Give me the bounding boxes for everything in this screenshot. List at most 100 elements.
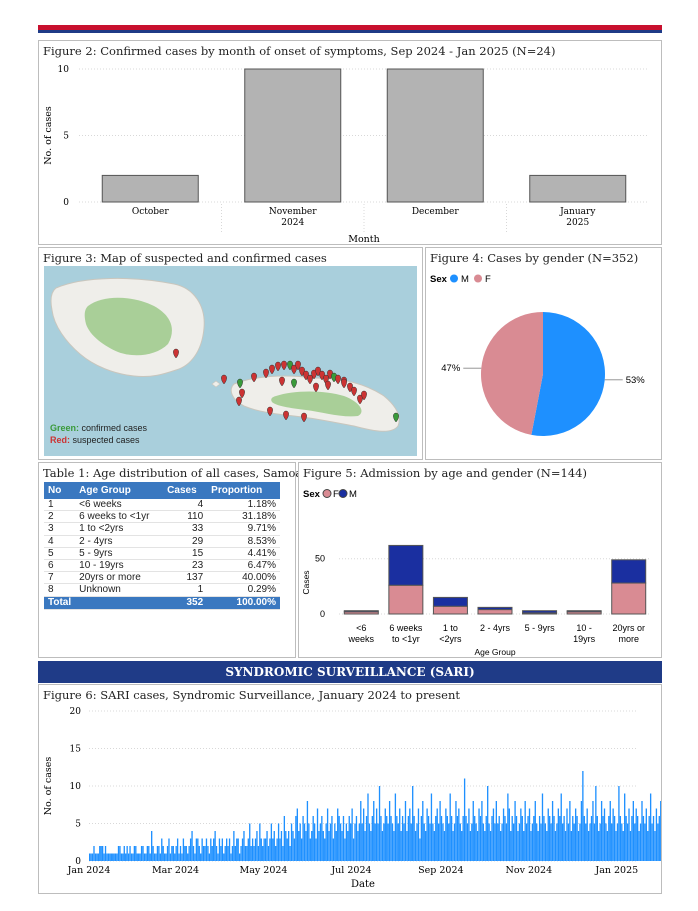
daily-bar xyxy=(133,846,136,861)
daily-bar xyxy=(299,823,301,861)
daily-bar xyxy=(386,816,388,861)
daily-bar xyxy=(453,823,456,861)
daily-bar xyxy=(429,823,431,861)
daily-bar xyxy=(361,823,363,861)
suspected-case-pin[interactable] xyxy=(221,374,227,385)
col-age-group[interactable]: Age Group xyxy=(75,482,164,499)
col-cases[interactable]: Cases xyxy=(163,482,208,499)
daily-bar xyxy=(149,853,151,861)
daily-bar xyxy=(644,823,646,861)
suspected-case-pin[interactable] xyxy=(301,412,307,423)
x-tick-label: Jan 2025 xyxy=(594,865,638,876)
daily-bar xyxy=(210,838,212,861)
daily-bar xyxy=(537,831,539,861)
suspected-case-pin[interactable] xyxy=(275,361,281,372)
x-tick-label: 20yrs or xyxy=(612,623,645,633)
daily-bar xyxy=(91,853,94,861)
daily-bar xyxy=(383,823,385,861)
y-tick-label: 5 xyxy=(63,132,69,142)
col-no[interactable]: No xyxy=(44,482,76,499)
legend-red-text: suspected cases xyxy=(70,435,140,445)
daily-bar xyxy=(370,831,372,861)
daily-bar xyxy=(556,823,558,861)
y-axis-title: No. of cases xyxy=(43,757,54,816)
daily-bar xyxy=(541,793,544,861)
daily-bar xyxy=(341,831,343,861)
daily-bar xyxy=(165,853,167,861)
daily-bar xyxy=(592,801,594,861)
daily-bar xyxy=(475,823,477,861)
daily-bar xyxy=(146,846,149,861)
daily-bar xyxy=(169,853,172,861)
daily-bar xyxy=(231,846,234,861)
daily-bar xyxy=(544,823,547,861)
daily-bar xyxy=(253,846,255,861)
daily-bar xyxy=(125,853,127,861)
suspected-case-pin[interactable] xyxy=(283,410,289,421)
daily-bar xyxy=(151,831,153,861)
suspected-case-pin[interactable] xyxy=(269,364,275,375)
daily-bar xyxy=(570,831,572,861)
daily-bar xyxy=(463,778,466,861)
map[interactable]: Green: confirmed cases Red: suspected ca… xyxy=(44,266,417,456)
daily-bar xyxy=(404,801,407,861)
daily-bar xyxy=(518,823,521,861)
daily-bar xyxy=(348,816,350,861)
daily-bar xyxy=(576,816,578,861)
x-tick-label: May 2024 xyxy=(240,865,288,876)
daily-bar xyxy=(166,846,169,861)
table-row: 55 - 9yrs 15 4.41% xyxy=(44,547,280,561)
daily-bar xyxy=(455,801,457,861)
daily-bar xyxy=(422,801,424,861)
bar-segment-m xyxy=(477,606,513,611)
daily-bar xyxy=(178,853,180,861)
figure4-chart: Sex M F 53% 47% xyxy=(430,274,645,436)
daily-bar xyxy=(406,831,408,861)
daily-bar xyxy=(595,786,597,861)
daily-bar xyxy=(322,831,324,861)
legend-label-f: F xyxy=(333,489,339,500)
daily-bar xyxy=(619,816,622,861)
figure3-panel: Figure 3: Map of suspected and confirmed… xyxy=(38,247,423,460)
bar-segment-m xyxy=(343,610,379,613)
daily-bar xyxy=(608,816,610,861)
daily-bar xyxy=(409,808,411,861)
daily-bar xyxy=(508,808,510,861)
daily-bar xyxy=(562,823,564,861)
daily-bar xyxy=(524,801,526,861)
daily-bar xyxy=(312,816,314,861)
col-proportion[interactable]: Proportion xyxy=(207,482,280,499)
bar xyxy=(529,174,627,203)
daily-bar xyxy=(236,838,238,861)
daily-bar xyxy=(129,846,131,861)
daily-bar xyxy=(208,853,211,861)
daily-bar xyxy=(269,838,271,861)
daily-bar xyxy=(637,816,639,861)
bar xyxy=(101,174,199,203)
daily-bar xyxy=(566,808,568,861)
daily-bar xyxy=(158,846,160,861)
x-axis-title: Date xyxy=(351,879,375,890)
daily-bar xyxy=(573,823,575,861)
daily-bar xyxy=(655,808,658,861)
daily-bar xyxy=(334,823,336,861)
daily-bar xyxy=(96,853,98,861)
x-axis-title: Month xyxy=(348,234,380,245)
daily-bar xyxy=(215,846,218,861)
daily-bar xyxy=(329,823,332,861)
daily-bar xyxy=(337,808,339,861)
daily-bar xyxy=(303,823,306,861)
daily-bar xyxy=(97,853,99,861)
daily-bar xyxy=(484,831,486,861)
daily-bar xyxy=(413,816,415,861)
suspected-case-pin[interactable] xyxy=(281,360,287,371)
daily-bar xyxy=(567,823,570,861)
cell-age: <6 weeks xyxy=(75,499,164,512)
daily-bar xyxy=(162,846,164,861)
x-tick-label: November xyxy=(269,207,317,217)
x-tick-label: <6 xyxy=(356,623,366,633)
daily-bar xyxy=(515,816,518,861)
figure3-title: Figure 3: Map of suspected and confirmed… xyxy=(43,251,327,265)
suspected-case-pin[interactable] xyxy=(267,406,273,417)
daily-bar xyxy=(127,853,130,861)
